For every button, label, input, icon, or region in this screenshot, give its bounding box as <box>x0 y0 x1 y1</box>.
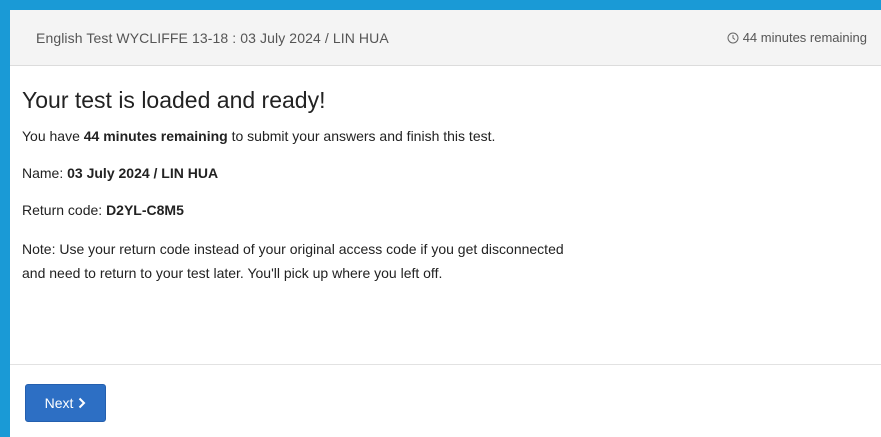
timer: 44 minutes remaining <box>727 30 867 45</box>
name-value: 03 July 2024 / LIN HUA <box>67 165 219 181</box>
next-button[interactable]: Next <box>25 384 106 422</box>
test-header: English Test WYCLIFFE 13-18 : 03 July 20… <box>10 10 881 66</box>
page-heading: Your test is loaded and ready! <box>22 87 326 113</box>
time-remaining-prefix: You have <box>22 128 84 144</box>
name-label: Name: <box>22 165 68 181</box>
chevron-right-icon <box>78 397 86 409</box>
time-remaining-suffix: to submit your answers and finish this t… <box>227 128 496 144</box>
return-code-row: Return code: D2YL-C8M5 <box>22 200 881 220</box>
note-line-2: and need to return to your test later. Y… <box>22 265 443 281</box>
time-remaining-value: 44 minutes remaining <box>83 128 228 144</box>
return-code-value: D2YL-C8M5 <box>106 202 184 218</box>
next-button-label: Next <box>44 395 74 411</box>
main-content: Your test is loaded and ready! You have … <box>10 66 881 285</box>
test-title: English Test WYCLIFFE 13-18 : 03 July 20… <box>36 29 389 46</box>
return-code-label: Return code: <box>22 202 107 218</box>
time-remaining-text: You have 44 minutes remaining to submit … <box>22 126 881 146</box>
name-row: Name: 03 July 2024 / LIN HUA <box>22 163 881 183</box>
clock-icon <box>727 32 739 44</box>
note-line-1: Note: Use your return code instead of yo… <box>22 241 564 257</box>
timer-text: 44 minutes remaining <box>742 30 867 45</box>
divider <box>10 364 881 365</box>
note-text: Note: Use your return code instead of yo… <box>22 237 742 285</box>
